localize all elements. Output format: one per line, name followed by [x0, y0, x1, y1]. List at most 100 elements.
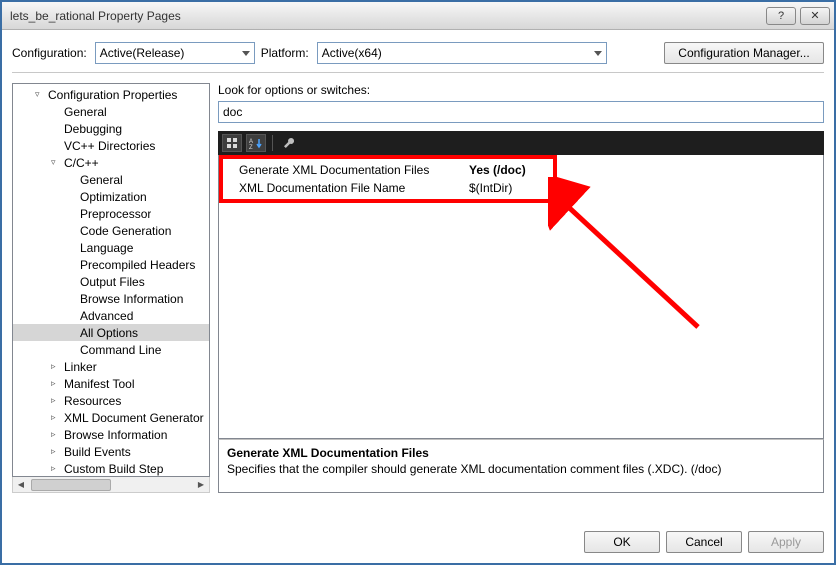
description-panel: Generate XML Documentation Files Specifi…: [218, 439, 824, 493]
tree-item-label: Configuration Properties: [48, 88, 177, 102]
tree-item-label: Custom Build Step: [64, 462, 163, 476]
scroll-right-icon[interactable]: ▶: [193, 478, 209, 492]
apply-button[interactable]: Apply: [748, 531, 824, 553]
tree-item-c-c-[interactable]: ▿ C/C++: [13, 154, 209, 171]
tree-item-label: Language: [80, 241, 133, 255]
tree-item-label: Resources: [64, 394, 121, 408]
tree-item-code-generation[interactable]: Code Generation: [13, 222, 209, 239]
expander-icon[interactable]: ▹: [51, 429, 60, 440]
tree-item-all-options[interactable]: All Options: [13, 324, 209, 341]
tree-item-label: Browse Information: [80, 292, 183, 306]
sort-az-icon[interactable]: AZ: [246, 134, 266, 152]
expander-icon[interactable]: ▹: [51, 446, 60, 457]
property-name: XML Documentation File Name: [239, 181, 469, 195]
tree-item-label: Output Files: [80, 275, 145, 289]
tree-item-label: XML Document Generator: [64, 411, 204, 425]
tree[interactable]: ▿ Configuration Properties General Debuggin…: [12, 83, 210, 477]
tree-scrollbar[interactable]: ◀ ▶: [12, 477, 210, 493]
tree-item-label: Build Events: [64, 445, 131, 459]
tree-item-browse-information[interactable]: Browse Information: [13, 290, 209, 307]
chevron-down-icon: [594, 51, 602, 56]
cancel-button[interactable]: Cancel: [666, 531, 742, 553]
categorize-icon[interactable]: [222, 134, 242, 152]
tree-item-label: Debugging: [64, 122, 122, 136]
configuration-label: Configuration:: [12, 46, 87, 60]
tree-item-optimization[interactable]: Optimization: [13, 188, 209, 205]
tree-item-debugging[interactable]: Debugging: [13, 120, 209, 137]
tree-item-label: Manifest Tool: [64, 377, 134, 391]
close-button[interactable]: ✕: [800, 7, 830, 25]
expander-icon[interactable]: ▹: [51, 395, 60, 406]
tree-item-precompiled-headers[interactable]: Precompiled Headers: [13, 256, 209, 273]
tree-item-command-line[interactable]: Command Line: [13, 341, 209, 358]
tree-item-label: Command Line: [80, 343, 161, 357]
tree-item-browse-information[interactable]: ▹ Browse Information: [13, 426, 209, 443]
description-title: Generate XML Documentation Files: [227, 446, 815, 460]
configuration-value: Active(Release): [100, 46, 185, 60]
configuration-manager-button[interactable]: Configuration Manager...: [664, 42, 824, 64]
tree-item-xml-document-generator[interactable]: ▹ XML Document Generator: [13, 409, 209, 426]
tree-pane: ▿ Configuration Properties General Debuggin…: [12, 83, 210, 493]
expander-icon[interactable]: ▿: [51, 157, 60, 168]
tree-item-general[interactable]: General: [13, 103, 209, 120]
close-icon: ✕: [810, 9, 819, 22]
help-button[interactable]: ?: [766, 7, 796, 25]
tree-item-label: Optimization: [80, 190, 147, 204]
tree-item-linker[interactable]: ▹ Linker: [13, 358, 209, 375]
scroll-left-icon[interactable]: ◀: [13, 478, 29, 492]
toolbar-separator: [272, 135, 273, 151]
property-value[interactable]: Yes (/doc): [469, 163, 823, 177]
ok-button[interactable]: OK: [584, 531, 660, 553]
tree-item-output-files[interactable]: Output Files: [13, 273, 209, 290]
config-row: Configuration: Active(Release) Platform:…: [2, 30, 834, 72]
tree-item-label: General: [64, 105, 107, 119]
platform-combo[interactable]: Active(x64): [317, 42, 607, 64]
search-input[interactable]: [218, 101, 824, 123]
tree-item-language[interactable]: Language: [13, 239, 209, 256]
configuration-combo[interactable]: Active(Release): [95, 42, 255, 64]
tree-item-resources[interactable]: ▹ Resources: [13, 392, 209, 409]
tree-item-label: General: [80, 173, 123, 187]
tree-item-manifest-tool[interactable]: ▹ Manifest Tool: [13, 375, 209, 392]
tree-item-preprocessor[interactable]: Preprocessor: [13, 205, 209, 222]
expander-icon[interactable]: ▹: [51, 378, 60, 389]
tree-item-label: All Options: [80, 326, 138, 340]
tree-item-label: Preprocessor: [80, 207, 151, 221]
description-body: Specifies that the compiler should gener…: [227, 462, 815, 476]
tree-item-label: Precompiled Headers: [80, 258, 195, 272]
grid-toolbar: AZ: [218, 131, 824, 155]
wrench-icon[interactable]: [279, 134, 299, 152]
scroll-thumb[interactable]: [31, 479, 111, 491]
platform-label: Platform:: [261, 46, 309, 60]
tree-item-label: C/C++: [64, 156, 99, 170]
property-name: Generate XML Documentation Files: [239, 163, 469, 177]
tree-item-custom-build-step[interactable]: ▹ Custom Build Step: [13, 460, 209, 477]
tree-item-label: Advanced: [80, 309, 133, 323]
property-grid[interactable]: Generate XML Documentation FilesYes (/do…: [218, 155, 824, 439]
tree-item-vc-directories[interactable]: VC++ Directories: [13, 137, 209, 154]
tree-item-label: Linker: [64, 360, 97, 374]
tree-item-label: Code Generation: [80, 224, 171, 238]
expander-icon[interactable]: ▹: [51, 412, 60, 423]
search-label: Look for options or switches:: [218, 83, 824, 97]
question-icon: ?: [778, 10, 784, 22]
tree-item-label: Browse Information: [64, 428, 167, 442]
property-row[interactable]: XML Documentation File Name$(IntDir): [219, 179, 823, 197]
svg-text:Z: Z: [249, 145, 253, 149]
chevron-down-icon: [242, 51, 250, 56]
tree-item-advanced[interactable]: Advanced: [13, 307, 209, 324]
tree-item-configuration-properties[interactable]: ▿ Configuration Properties: [13, 86, 209, 103]
property-row[interactable]: Generate XML Documentation FilesYes (/do…: [219, 161, 823, 179]
expander-icon[interactable]: ▿: [35, 89, 44, 100]
platform-value: Active(x64): [322, 46, 382, 60]
window-title: lets_be_rational Property Pages: [6, 9, 762, 23]
property-value[interactable]: $(IntDir): [469, 181, 823, 195]
tree-item-build-events[interactable]: ▹ Build Events: [13, 443, 209, 460]
expander-icon[interactable]: ▹: [51, 463, 60, 474]
tree-item-general[interactable]: General: [13, 171, 209, 188]
tree-item-label: VC++ Directories: [64, 139, 155, 153]
dialog-buttons: OK Cancel Apply: [584, 531, 824, 553]
main-area: ▿ Configuration Properties General Debuggin…: [2, 73, 834, 503]
title-bar: lets_be_rational Property Pages ? ✕: [2, 2, 834, 30]
expander-icon[interactable]: ▹: [51, 361, 60, 372]
